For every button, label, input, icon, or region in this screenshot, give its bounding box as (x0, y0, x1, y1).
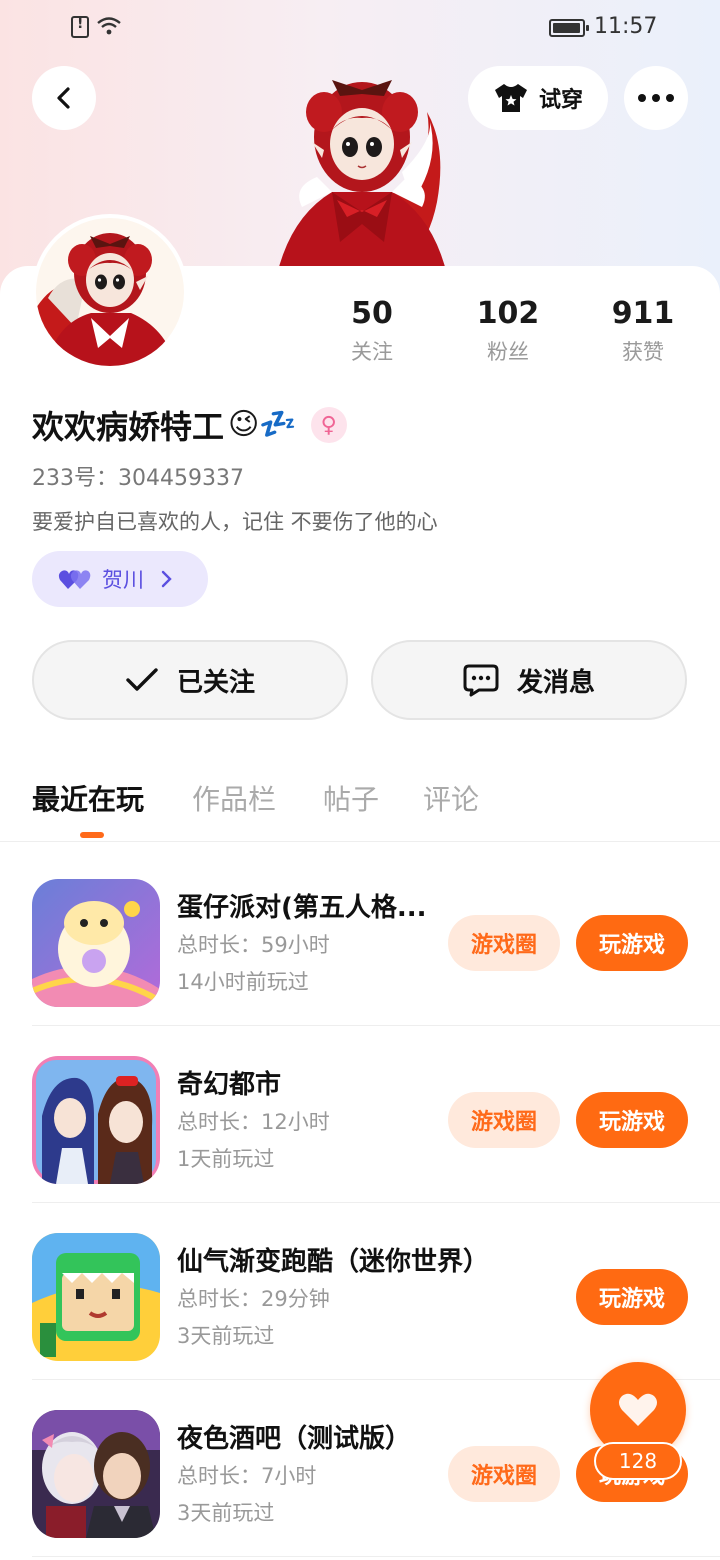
battery-icon (549, 19, 589, 37)
more-options-button[interactable] (624, 66, 688, 130)
game-last-played: 14小时前玩过 (177, 970, 309, 994)
followed-label: 已关注 (176, 667, 255, 698)
gender-female-icon: ♀ (310, 407, 347, 443)
game-circle-button[interactable]: 游戏圈 (448, 1092, 560, 1148)
game-duration: 总时长：29分钟 (177, 1287, 330, 1311)
play-game-button[interactable]: 玩游戏 (576, 1269, 688, 1325)
play-game-button[interactable]: 玩游戏 (576, 1092, 688, 1148)
stat-followers[interactable]: 102 粉丝 (448, 296, 568, 366)
chevron-left-icon (57, 87, 70, 109)
profile-tabs: 最近在玩 作品栏 帖子 评论 (0, 772, 720, 842)
user-id: 233号：304459337 (32, 466, 244, 491)
profile-name-row: 欢欢病娇特工 😉💤 ♀ (32, 402, 347, 448)
wifi-icon (97, 17, 121, 35)
stat-likes-value: 911 (611, 296, 675, 331)
active-tab-indicator (80, 832, 104, 838)
stat-likes-label: 获赞 (622, 340, 664, 364)
chevron-right-icon (161, 570, 172, 588)
name-emojis: 😉💤 (228, 407, 297, 442)
game-title: 蛋仔派对(第五人格... (177, 893, 427, 923)
stat-following-label: 关注 (351, 340, 393, 364)
avatar[interactable] (32, 214, 188, 370)
game-icon-fantasy-city (32, 1056, 160, 1184)
chat-bubble-icon (463, 664, 499, 697)
cp-relation-tag[interactable]: 贺川 (32, 551, 208, 607)
avatar-character-illustration (272, 80, 452, 300)
heart-icon (619, 1393, 657, 1426)
profile-name: 欢欢病娇特工 (32, 408, 225, 446)
game-title: 仙气渐变跑酷（迷你世界） (177, 1247, 490, 1277)
game-last-played: 1天前玩过 (177, 1147, 275, 1171)
game-last-played: 3天前玩过 (177, 1324, 275, 1348)
tab-comments[interactable]: 评论 (423, 778, 479, 818)
game-last-played: 3天前玩过 (177, 1501, 275, 1525)
avatar-image (36, 233, 176, 366)
send-message-button[interactable]: 发消息 (371, 640, 687, 720)
stat-followers-value: 102 (476, 296, 540, 331)
try-on-label: 试穿 (538, 88, 583, 113)
status-bar: 11:57 (0, 0, 720, 56)
try-on-button[interactable]: 试穿 (468, 66, 608, 130)
game-icon-eggy-party (32, 879, 160, 1007)
game-list-item[interactable]: 蛋仔派对(第五人格... 总时长：59小时 14小时前玩过 游戏圈 玩游戏 (32, 849, 720, 1026)
send-message-label: 发消息 (516, 667, 595, 698)
game-title: 夜色酒吧（测试版） (177, 1424, 412, 1454)
game-list-item[interactable]: 奇幻都市 总时长：12小时 1天前玩过 游戏圈 玩游戏 (32, 1026, 720, 1203)
game-list-item[interactable]: 仙气渐变跑酷（迷你世界） 总时长：29分钟 3天前玩过 玩游戏 (32, 1203, 720, 1380)
game-title: 奇幻都市 (177, 1070, 282, 1100)
stat-followers-label: 粉丝 (487, 340, 529, 364)
game-duration: 总时长：7小时 (177, 1464, 317, 1488)
more-dots-icon (638, 94, 674, 102)
back-button[interactable] (32, 66, 96, 130)
status-time: 11:57 (594, 14, 658, 39)
profile-bio: 要爱护自已喜欢的人，记住 不要伤了他的心 (32, 510, 438, 534)
game-circle-button[interactable]: 游戏圈 (448, 915, 560, 971)
game-circle-button[interactable]: 游戏圈 (448, 1446, 560, 1502)
tab-works[interactable]: 作品栏 (192, 778, 276, 818)
checkmark-icon (126, 668, 158, 691)
cp-tag-label: 贺川 (102, 568, 144, 592)
stat-following-value: 50 (351, 296, 393, 331)
stat-following[interactable]: 50 关注 (312, 296, 432, 366)
game-icon-night-bar (32, 1410, 160, 1538)
game-icon-mini-world (32, 1233, 160, 1361)
stat-likes[interactable]: 911 获赞 (583, 296, 703, 366)
tshirt-icon (494, 84, 527, 112)
game-duration: 总时长：59小时 (177, 933, 330, 957)
tab-recently-played[interactable]: 最近在玩 (32, 778, 144, 818)
tab-posts[interactable]: 帖子 (323, 778, 379, 818)
like-count-badge: 128 (594, 1442, 682, 1480)
play-game-button[interactable]: 玩游戏 (576, 915, 688, 971)
followed-button[interactable]: 已关注 (32, 640, 348, 720)
game-duration: 总时长：12小时 (177, 1110, 330, 1134)
double-heart-icon (58, 570, 91, 589)
sim-alert-icon (71, 16, 89, 38)
